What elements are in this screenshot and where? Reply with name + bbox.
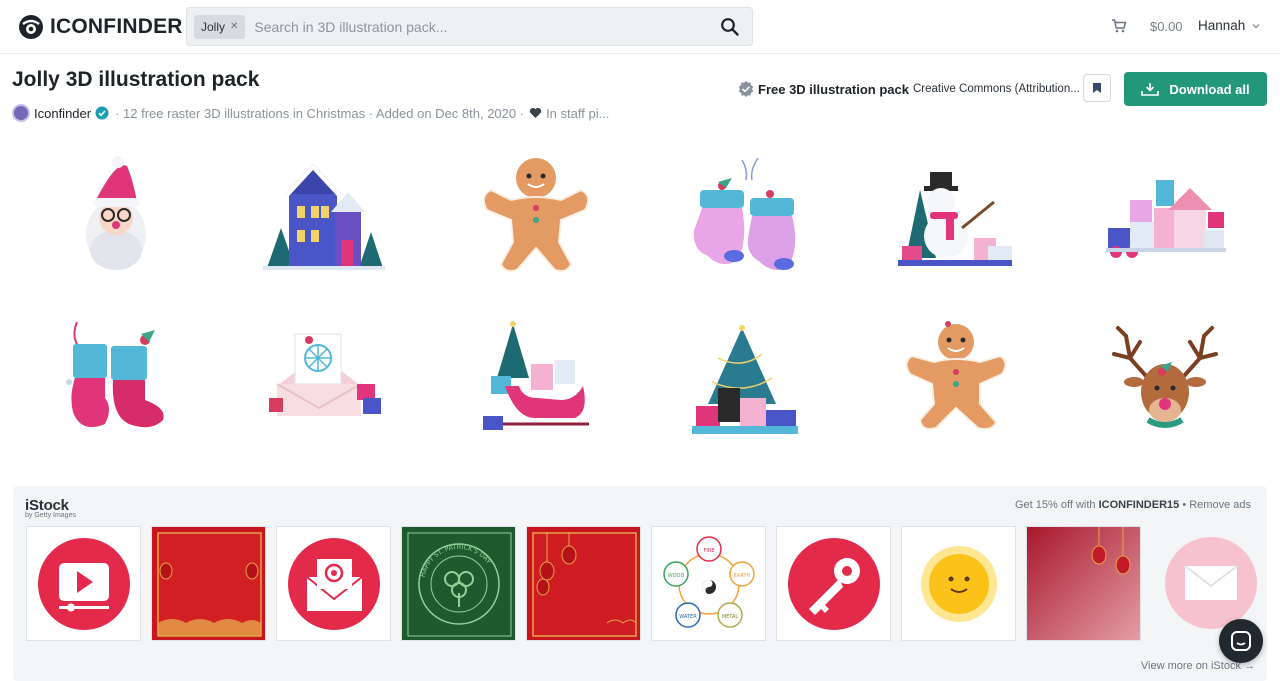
sleigh-with-tree-illustration[interactable] <box>471 316 601 446</box>
element-fire: FIRE <box>704 548 715 554</box>
pack-meta-text: · 12 free raster 3D illustrations in Chr… <box>115 105 525 121</box>
gingerbread-man-illustration[interactable] <box>471 150 601 280</box>
christmas-stockings-illustration[interactable] <box>51 312 181 442</box>
istock-thumb-video-play[interactable] <box>26 526 141 641</box>
cart-total[interactable]: $0.00 <box>1150 19 1183 34</box>
istock-thumb-red-lantern-frame-2[interactable] <box>526 526 641 641</box>
download-all-button[interactable]: Download all <box>1124 72 1267 106</box>
logo-text: ICONFINDER <box>50 15 183 38</box>
license-info[interactable]: Free 3D illustration pack Creative Commo… <box>737 78 1080 100</box>
santa-claus-illustration[interactable] <box>51 150 181 280</box>
chip-label: Jolly <box>201 19 226 34</box>
heart-icon <box>529 107 542 118</box>
cart-icon[interactable] <box>1111 18 1127 34</box>
istock-thumb-sun[interactable] <box>901 526 1016 641</box>
bookmark-button[interactable] <box>1083 74 1111 102</box>
snowy-house-illustration[interactable] <box>259 150 389 280</box>
license-name: Free 3D illustration pack <box>758 81 909 97</box>
search-filter-chip[interactable]: Jolly ✕ <box>194 14 246 39</box>
element-metal: METAL <box>722 614 739 620</box>
user-menu[interactable]: Hannah <box>1198 18 1261 33</box>
remove-ads-link[interactable]: • Remove ads <box>1182 499 1251 511</box>
top-navigation-bar: ICONFINDER Jolly ✕ $0.00 Hannah <box>0 0 1280 54</box>
istock-thumb-email-at[interactable] <box>276 526 391 641</box>
iconfinder-logo-icon <box>19 15 43 39</box>
istock-thumb-red-lantern-gradient[interactable] <box>1026 526 1141 641</box>
st-patricks-day-icon: HAPPY ST. PATRICK'S DAY <box>407 532 512 637</box>
chevron-down-icon <box>1252 23 1260 28</box>
gingerbread-man-2-illustration[interactable] <box>892 312 1022 442</box>
license-badge-icon <box>738 80 754 98</box>
email-at-icon <box>288 538 380 630</box>
istock-promo[interactable]: Get 15% off with ICONFINDER15 • Remove a… <box>1015 499 1251 511</box>
christmas-tree-with-gifts-illustration[interactable] <box>682 318 812 448</box>
staff-pick-label: In staff pi... <box>546 105 610 121</box>
iconfinder-logo[interactable]: ICONFINDER <box>18 13 183 41</box>
element-water: WATER <box>679 614 697 620</box>
istock-logo[interactable]: iStock by Getty Images <box>25 497 76 519</box>
chat-icon <box>1231 631 1251 651</box>
element-earth: EARTH <box>734 573 751 579</box>
snowman-with-gifts-illustration[interactable] <box>890 150 1020 280</box>
red-lantern-frame-2-icon <box>532 532 637 637</box>
verified-icon <box>95 106 109 120</box>
pack-meta: Iconfinder · 12 free raster 3D illustrat… <box>12 103 609 123</box>
download-icon <box>1141 83 1160 96</box>
chat-support-button[interactable] <box>1219 619 1263 663</box>
promo-prefix: Get 15% off with <box>1015 499 1096 511</box>
istock-thumb-st-patricks-day[interactable]: HAPPY ST. PATRICK'S DAY <box>401 526 516 641</box>
red-lantern-frame-icon <box>157 532 262 637</box>
search-icon[interactable] <box>720 17 740 37</box>
five-elements-icon: FIRE EARTH METAL WATER WOOD <box>663 536 755 628</box>
istock-thumb-key[interactable] <box>776 526 891 641</box>
red-lantern-gradient-icon <box>1027 527 1140 640</box>
chip-remove-icon[interactable]: ✕ <box>230 21 238 32</box>
istock-brand-sub: by Getty Images <box>25 512 76 519</box>
sun-icon <box>921 546 997 622</box>
search-bar[interactable]: Jolly ✕ <box>186 7 753 46</box>
mittens-illustration[interactable] <box>682 150 812 280</box>
istock-ad-banner: iStock by Getty Images Get 15% off with … <box>13 486 1267 681</box>
element-wood: WOOD <box>668 573 685 579</box>
video-play-icon <box>38 538 130 630</box>
istock-thumb-five-elements[interactable]: FIRE EARTH METAL WATER WOOD <box>651 526 766 641</box>
bookmark-icon <box>1093 83 1101 93</box>
author-link[interactable]: Iconfinder <box>34 106 91 121</box>
license-type: Creative Commons (Attribution... <box>913 83 1080 95</box>
key-icon <box>788 538 880 630</box>
search-input[interactable] <box>254 18 705 35</box>
page-title: Jolly 3D illustration pack <box>12 68 260 91</box>
toy-blocks-illustration[interactable] <box>1100 150 1230 280</box>
download-all-label: Download all <box>1169 81 1250 97</box>
istock-thumb-red-lantern-frame[interactable] <box>151 526 266 641</box>
reindeer-illustration[interactable] <box>1100 318 1230 448</box>
user-name: Hannah <box>1198 18 1246 33</box>
promo-code: ICONFINDER15 <box>1098 499 1180 511</box>
christmas-letter-illustration[interactable] <box>261 318 391 448</box>
author-avatar[interactable] <box>12 104 30 122</box>
